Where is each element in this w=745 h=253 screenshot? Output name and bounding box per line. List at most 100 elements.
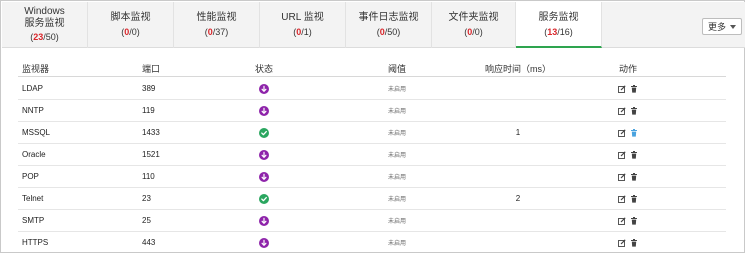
tab-count: (0/0)	[464, 27, 483, 37]
table-row: Telnet 23 未启用 2	[18, 188, 726, 210]
edit-icon[interactable]	[618, 216, 630, 225]
arrow-down-circle-icon	[254, 166, 274, 187]
threshold-value: 未启用	[388, 219, 407, 225]
edit-icon[interactable]	[618, 106, 630, 115]
response-time-value	[486, 232, 550, 253]
tab-label: 事件日志监视	[358, 12, 419, 23]
tab-label: 服务监视	[24, 18, 65, 29]
response-time-value	[486, 78, 550, 99]
trash-icon[interactable]	[630, 106, 642, 115]
edit-icon[interactable]	[618, 84, 630, 93]
response-time-value	[486, 166, 550, 187]
check-circle-icon	[254, 122, 274, 143]
tab-script[interactable]: 脚本监视 (0/0)	[88, 2, 174, 48]
port-value: 119	[142, 106, 155, 115]
tab-count: (23/50)	[30, 32, 59, 42]
row-actions	[618, 210, 642, 231]
monitor-panel: Windows 服务监视 (23/50) 脚本监视 (0/0) 性能监视 (0/…	[0, 0, 745, 253]
threshold-value: 未启用	[388, 175, 407, 181]
tab-event-log[interactable]: 事件日志监视 (0/50)	[346, 2, 432, 48]
port-value: 23	[142, 194, 151, 203]
response-time-value	[486, 210, 550, 231]
threshold-value: 未启用	[388, 241, 407, 247]
monitor-name: HTTPS	[22, 238, 49, 247]
monitor-name: POP	[22, 172, 39, 181]
arrow-down-circle-icon	[254, 232, 274, 253]
response-time-value	[486, 144, 550, 165]
monitor-name: Oracle	[22, 150, 46, 159]
more-button-label: 更多	[708, 22, 727, 32]
trash-icon[interactable]	[630, 172, 642, 181]
threshold-value: 未启用	[388, 109, 407, 115]
threshold-value: 未启用	[388, 197, 407, 203]
tab-count: (0/1)	[293, 27, 312, 37]
tab-label: 性能监视	[196, 12, 237, 23]
tab-count: (0/50)	[376, 27, 401, 37]
header-monitor: 监视器	[22, 63, 50, 74]
table-row: MSSQL 1433 未启用 1	[18, 122, 726, 144]
threshold-value: 未启用	[388, 153, 407, 159]
row-actions	[618, 144, 642, 165]
table-row: LDAP 389 未启用	[18, 78, 726, 100]
header-port: 端口	[142, 63, 161, 74]
row-actions	[618, 232, 642, 253]
tab-count: (0/37)	[204, 27, 229, 37]
trash-icon[interactable]	[630, 150, 642, 159]
tab-label: 脚本监视	[110, 12, 151, 23]
check-circle-icon	[254, 188, 274, 209]
monitor-name: LDAP	[22, 84, 43, 93]
edit-icon[interactable]	[618, 194, 630, 203]
port-value: 25	[142, 216, 151, 225]
tab-windows-service[interactable]: Windows 服务监视 (23/50)	[2, 2, 88, 48]
caret-down-icon	[730, 24, 737, 29]
tab-performance[interactable]: 性能监视 (0/37)	[174, 2, 260, 48]
tab-service[interactable]: 服务监视 (13/16)	[516, 2, 602, 48]
monitor-name: SMTP	[22, 216, 45, 225]
trash-icon[interactable]	[630, 84, 642, 93]
table-row: SMTP 25 未启用	[18, 210, 726, 232]
table-header: 监视器 端口 状态 阈值 响应时间（ms） 动作	[18, 60, 726, 77]
header-actions: 动作	[619, 63, 638, 74]
table-row: HTTPS 443 未启用	[18, 232, 726, 253]
tab-count: (13/16)	[544, 27, 573, 37]
monitor-tabs: Windows 服务监视 (23/50) 脚本监视 (0/0) 性能监视 (0/…	[2, 2, 745, 48]
edit-icon[interactable]	[618, 172, 630, 181]
row-actions	[618, 166, 642, 187]
threshold-value: 未启用	[388, 131, 407, 137]
row-actions	[618, 78, 642, 99]
header-status: 状态	[254, 63, 273, 74]
response-time-value	[486, 100, 550, 121]
arrow-down-circle-icon	[254, 210, 274, 231]
table-row: NNTP 119 未启用	[18, 100, 726, 122]
trash-icon[interactable]	[630, 216, 642, 225]
trash-icon[interactable]	[630, 194, 642, 203]
monitor-name: NNTP	[22, 106, 44, 115]
response-time-value: 2	[515, 194, 521, 203]
table-row: POP 110 未启用	[18, 166, 726, 188]
row-actions	[618, 100, 642, 121]
trash-icon[interactable]	[630, 238, 642, 247]
tab-url[interactable]: URL 监视 (0/1)	[260, 2, 346, 48]
edit-icon[interactable]	[618, 238, 630, 247]
edit-icon[interactable]	[618, 128, 630, 137]
tab-label: URL 监视	[281, 12, 324, 23]
response-time-value: 1	[515, 128, 521, 137]
port-value: 1433	[142, 128, 160, 137]
header-threshold: 阈值	[388, 63, 407, 74]
port-value: 443	[142, 238, 156, 247]
threshold-value: 未启用	[388, 87, 407, 93]
more-button[interactable]: 更多	[702, 18, 743, 35]
monitor-name: Telnet	[22, 194, 44, 203]
table-row: Oracle 1521 未启用	[18, 144, 726, 166]
tab-folder[interactable]: 文件夹监视 (0/0)	[432, 2, 516, 48]
port-value: 110	[142, 172, 155, 181]
arrow-down-circle-icon	[254, 100, 274, 121]
port-value: 1521	[142, 150, 160, 159]
edit-icon[interactable]	[618, 150, 630, 159]
tab-label: Windows	[24, 6, 65, 17]
port-value: 389	[142, 84, 156, 93]
row-actions	[618, 122, 642, 143]
more-menu: 更多	[702, 17, 743, 35]
arrow-down-circle-icon	[254, 78, 274, 99]
trash-icon[interactable]	[630, 128, 642, 137]
